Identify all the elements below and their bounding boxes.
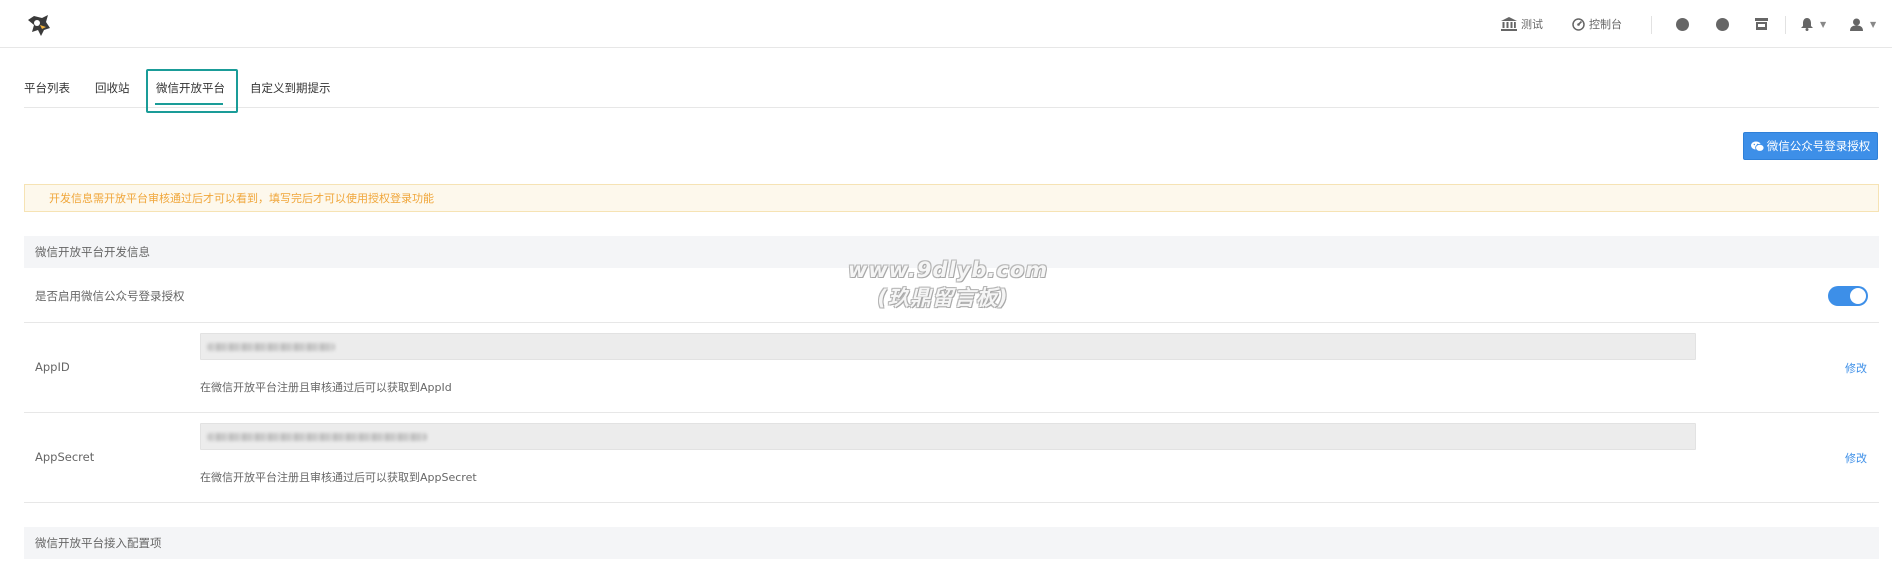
question-icon: ? bbox=[1676, 17, 1689, 31]
help-button-1[interactable]: ? bbox=[1676, 13, 1689, 35]
appsecret-help-text: 在微信开放平台注册且审核通过后可以获取到AppSecret bbox=[200, 471, 477, 484]
toggle-knob bbox=[1850, 288, 1866, 304]
store-icon bbox=[1755, 18, 1768, 30]
help-button-2[interactable]: ? bbox=[1716, 13, 1729, 35]
topbar-console[interactable]: 控制台 bbox=[1572, 13, 1622, 35]
topbar-test[interactable]: 测试 bbox=[1501, 13, 1543, 35]
app-logo[interactable] bbox=[24, 10, 54, 40]
topbar-divider bbox=[1785, 16, 1786, 34]
section-title: 微信开放平台开发信息 bbox=[35, 245, 150, 259]
tab-recycle-bin[interactable]: 回收站 bbox=[95, 80, 130, 96]
user-icon bbox=[1850, 18, 1863, 31]
topbar-console-label: 控制台 bbox=[1589, 18, 1622, 31]
tab-custom-expiry-notice[interactable]: 自定义到期提示 bbox=[250, 80, 331, 96]
appsecret-edit-link[interactable]: 修改 bbox=[1845, 450, 1867, 466]
watermark-line-1: www.9dlyb.com bbox=[848, 258, 1049, 282]
watermark: www.9dlyb.com (玖鼎留言板) bbox=[848, 256, 1049, 312]
tab-platform-list[interactable]: 平台列表 bbox=[24, 80, 70, 96]
appid-label: AppID bbox=[35, 360, 70, 374]
question-icon: ? bbox=[1716, 17, 1729, 31]
store-button[interactable] bbox=[1755, 13, 1768, 35]
appid-field[interactable] bbox=[200, 333, 1696, 360]
appid-edit-link[interactable]: 修改 bbox=[1845, 360, 1867, 376]
chevron-down-icon: ▼ bbox=[1870, 19, 1877, 29]
top-navbar: 测试 控制台 ? ? ▼ ▼ bbox=[0, 0, 1892, 48]
enable-login-label: 是否启用微信公众号登录授权 bbox=[35, 289, 185, 303]
appsecret-label: AppSecret bbox=[35, 450, 95, 464]
bank-icon bbox=[1501, 17, 1517, 31]
active-tab-indicator bbox=[155, 103, 223, 105]
section-header-config: 微信开放平台接入配置项 bbox=[24, 527, 1879, 559]
watermark-line-2: (玖鼎留言板) bbox=[877, 286, 1009, 310]
tab-bar: 平台列表 回收站 微信开放平台 自定义到期提示 bbox=[24, 69, 1879, 113]
appsecret-row: AppSecret 在微信开放平台注册且审核通过后可以获取到AppSecret … bbox=[24, 413, 1879, 503]
appsecret-masked-value bbox=[207, 433, 427, 441]
appid-help-text: 在微信开放平台注册且审核通过后可以获取到AppId bbox=[200, 381, 452, 394]
wechat-icon bbox=[1750, 141, 1764, 152]
enable-login-toggle[interactable] bbox=[1828, 286, 1868, 306]
tab-wechat-open-platform[interactable]: 微信开放平台 bbox=[156, 80, 225, 96]
wechat-login-auth-label: 微信公众号登录授权 bbox=[1766, 139, 1871, 153]
dashboard-icon bbox=[1572, 17, 1585, 31]
wechat-login-auth-button[interactable]: 微信公众号登录授权 bbox=[1743, 132, 1878, 160]
chevron-down-icon: ▼ bbox=[1820, 19, 1827, 29]
info-alert: 开发信息需开放平台审核通过后才可以看到，填写完后才可以使用授权登录功能 bbox=[24, 184, 1879, 212]
alert-text: 开发信息需开放平台审核通过后才可以看到，填写完后才可以使用授权登录功能 bbox=[49, 192, 434, 205]
bell-icon bbox=[1801, 17, 1813, 31]
appid-row: AppID 在微信开放平台注册且审核通过后可以获取到AppId 修改 bbox=[24, 323, 1879, 413]
section-title: 微信开放平台接入配置项 bbox=[35, 536, 162, 550]
appsecret-field[interactable] bbox=[200, 423, 1696, 450]
topbar-test-label: 测试 bbox=[1521, 18, 1543, 31]
topbar-divider bbox=[1651, 16, 1652, 34]
appid-masked-value bbox=[207, 343, 335, 351]
user-dropdown[interactable]: ▼ bbox=[1850, 13, 1876, 35]
notifications-dropdown[interactable]: ▼ bbox=[1801, 13, 1826, 35]
